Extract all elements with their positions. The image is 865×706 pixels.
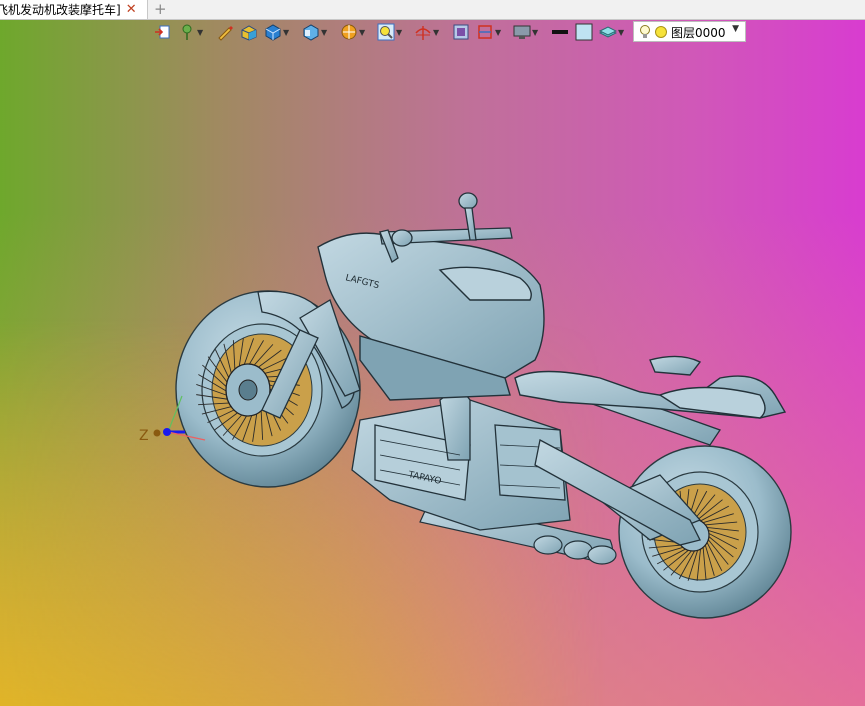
lightbulb-icon — [640, 25, 650, 38]
point-pin-icon[interactable]: ▼ — [178, 23, 208, 41]
close-icon[interactable]: ✕ — [126, 0, 137, 19]
chevron-down-icon: ▼ — [359, 28, 366, 37]
chevron-down-icon: ▼ — [321, 28, 328, 37]
document-tab[interactable]: 飞机发动机改装摩托车] ✕ — [0, 0, 148, 19]
rotate-axis-icon[interactable]: ▼ — [414, 23, 444, 41]
chevron-down-icon: ▼ — [618, 28, 625, 37]
zoom-icon[interactable]: ▼ — [377, 23, 407, 41]
layer-select[interactable]: 图层0000 ▼ — [633, 21, 746, 42]
chevron-down-icon: ▼ — [433, 28, 440, 37]
tab-title: 飞机发动机改装摩托车] — [0, 3, 121, 17]
chevron-down-icon: ▼ — [532, 28, 539, 37]
motorcycle-model[interactable]: TAPAYO LAFGTS Z — [0, 0, 865, 706]
chevron-down-icon: ▼ — [197, 28, 204, 37]
dropdown-arrow-icon[interactable]: ▼ — [732, 24, 739, 34]
monitor-icon[interactable]: ▼ — [513, 23, 543, 41]
layer-value: 图层0000 — [671, 26, 726, 40]
axis-z-label: Z — [139, 428, 149, 444]
chevron-down-icon: ▼ — [396, 28, 403, 37]
sphere-icon[interactable]: ▼ — [340, 23, 370, 41]
chevron-down-icon: ▼ — [495, 28, 502, 37]
document-tab-bar: 飞机发动机改装摩托车] ✕ + — [0, 0, 865, 20]
plus-icon[interactable]: + — [154, 0, 167, 18]
chevron-down-icon: ▼ — [283, 28, 290, 37]
sun-icon — [655, 26, 667, 38]
cube-icon[interactable]: ▼ — [264, 23, 294, 41]
view-toolbar: ▼ ▼ ▼ ▼ ▼ ▼ ▼ ▼ ▼ 图层0000 ▼ — [150, 20, 750, 44]
3d-viewport[interactable]: TAPAYO LAFGTS Z — [0, 0, 865, 706]
cube-views-icon[interactable]: ▼ — [302, 23, 332, 41]
layer-icon[interactable]: ▼ — [599, 23, 629, 41]
section-icon[interactable]: ▼ — [476, 23, 506, 41]
